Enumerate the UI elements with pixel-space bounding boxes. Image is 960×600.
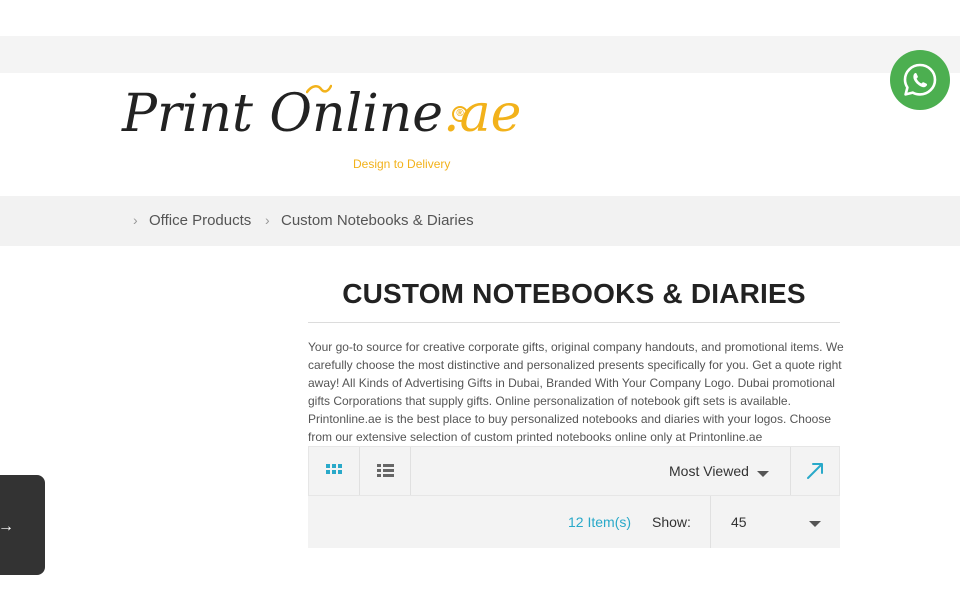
product-toolbar: Most Viewed (308, 446, 840, 496)
page-title: CUSTOM NOTEBOOKS & DIARIES (342, 278, 806, 309)
sort-direction-button[interactable] (790, 447, 840, 495)
chevron-right-icon: › (265, 212, 270, 228)
chevron-right-icon: › (133, 212, 138, 228)
show-label: Show: (652, 514, 691, 530)
arrow-right-icon: → (0, 518, 14, 535)
title-divider (308, 322, 840, 323)
sort-by-value: Most Viewed (669, 463, 749, 479)
side-drawer-tab[interactable]: → (0, 475, 45, 575)
top-bar (0, 0, 960, 36)
list-view-icon (377, 464, 394, 477)
grid-view-button[interactable] (309, 447, 360, 495)
sort-by-select[interactable]: Most Viewed (659, 447, 789, 495)
site-logo[interactable]: Print Online.ae ® Design to Delivery (120, 84, 521, 176)
whatsapp-icon (903, 63, 937, 96)
list-view-button[interactable] (360, 447, 411, 495)
registered-mark: ® (452, 106, 468, 122)
sort-direction-arrow-icon (807, 463, 823, 479)
category-description: Your go-to source for creative corporate… (308, 340, 844, 444)
chevron-down-icon (757, 471, 769, 477)
grid-view-icon (326, 464, 342, 474)
breadcrumb (0, 196, 960, 246)
limit-value: 45 (731, 514, 747, 530)
chevron-down-icon (809, 521, 821, 527)
top-stripe (0, 36, 960, 73)
breadcrumb-item-current: Custom Notebooks & Diaries (281, 212, 474, 229)
toolbar-pager-row: 12 Item(s) Show: 45 (308, 496, 840, 548)
whatsapp-button[interactable] (890, 50, 950, 110)
logo-name: Print Online (122, 84, 444, 144)
limit-select[interactable]: 45 (710, 496, 840, 548)
item-count: 12 Item(s) (568, 514, 632, 530)
logo-tagline: Design to Delivery (353, 157, 451, 171)
breadcrumb-item-office-products[interactable]: Office Products (149, 212, 251, 229)
